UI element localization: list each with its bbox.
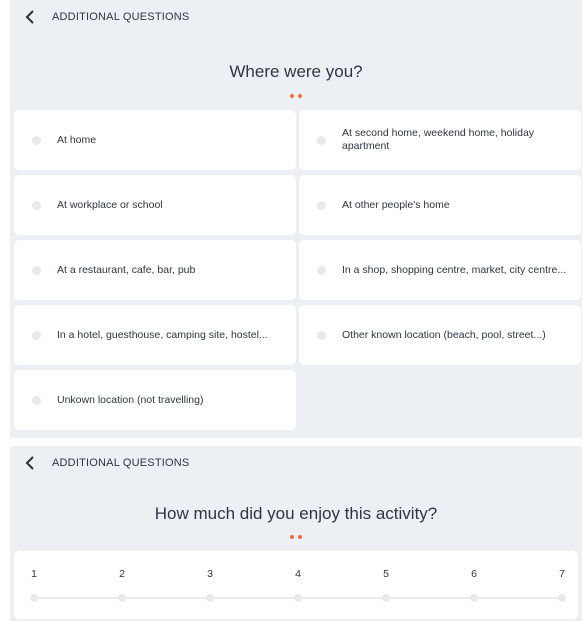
radio-icon	[32, 200, 41, 210]
radio-icon	[32, 265, 41, 275]
page-dot	[290, 535, 294, 539]
scale-option-2[interactable]	[118, 594, 126, 602]
scale-option-6[interactable]	[470, 594, 478, 602]
options-grid: At home At second home, weekend home, ho…	[14, 110, 581, 430]
scale-label-3: 3	[207, 568, 213, 580]
page-indicator	[290, 535, 302, 539]
scale-label-2: 2	[119, 568, 125, 580]
scale-option-4[interactable]	[294, 594, 302, 602]
top-bar: ADDITIONAL QUESTIONS	[10, 446, 582, 480]
option-second-home[interactable]: At second home, weekend home, holiday ap…	[299, 110, 581, 170]
option-restaurant[interactable]: At a restaurant, cafe, bar, pub	[14, 240, 296, 300]
scale-option-7[interactable]	[558, 594, 566, 602]
option-label: In a shop, shopping centre, market, city…	[342, 263, 567, 276]
scale-option-1[interactable]	[30, 594, 38, 602]
scale-label-5: 5	[383, 568, 389, 580]
radio-icon	[317, 135, 326, 145]
chevron-left-icon	[25, 456, 34, 470]
option-label: At a restaurant, cafe, bar, pub	[57, 263, 196, 276]
option-label: At workplace or school	[57, 198, 163, 211]
rating-scale: 1 2 3 4 5 6 7	[14, 551, 578, 619]
header-title: ADDITIONAL QUESTIONS	[52, 11, 190, 23]
option-workplace-school[interactable]: At workplace or school	[14, 175, 296, 235]
top-bar: ADDITIONAL QUESTIONS	[10, 0, 582, 34]
page-dot	[298, 94, 302, 98]
chevron-left-icon	[25, 10, 34, 24]
option-hotel[interactable]: In a hotel, guesthouse, camping site, ho…	[14, 305, 296, 365]
back-button[interactable]	[16, 3, 44, 31]
option-label: In a hotel, guesthouse, camping site, ho…	[57, 328, 268, 341]
question-title: Where were you?	[229, 62, 363, 81]
scale-label-1: 1	[31, 568, 37, 580]
radio-icon	[32, 395, 41, 405]
enjoyment-screen: ADDITIONAL QUESTIONS How much did you en…	[10, 446, 582, 621]
page-indicator	[290, 94, 302, 98]
scale-label-7: 7	[559, 568, 565, 580]
scale-option-3[interactable]	[206, 594, 214, 602]
option-label: At home	[57, 133, 97, 146]
option-at-home[interactable]: At home	[14, 110, 296, 170]
option-other-known-location[interactable]: Other known location (beach, pool, stree…	[299, 305, 581, 365]
question-title: How much did you enjoy this activity?	[154, 504, 438, 523]
option-label: Other known location (beach, pool, stree…	[342, 328, 546, 341]
option-label: Unkown location (not travelling)	[57, 393, 204, 406]
radio-icon	[317, 200, 326, 210]
option-unknown-location[interactable]: Unkown location (not travelling)	[14, 370, 296, 430]
option-shop[interactable]: In a shop, shopping centre, market, city…	[299, 240, 581, 300]
where-were-you-screen: ADDITIONAL QUESTIONS Where were you? At …	[10, 0, 582, 438]
radio-icon	[317, 265, 326, 275]
back-button[interactable]	[16, 449, 44, 477]
scale-label-4: 4	[295, 568, 301, 580]
page-dot	[298, 535, 302, 539]
header-title: ADDITIONAL QUESTIONS	[52, 457, 190, 469]
radio-icon	[32, 135, 41, 145]
radio-icon	[32, 330, 41, 340]
page-dot	[290, 94, 294, 98]
scale-option-5[interactable]	[382, 594, 390, 602]
option-label: At other people's home	[342, 198, 450, 211]
radio-icon	[317, 330, 326, 340]
option-other-peoples-home[interactable]: At other people's home	[299, 175, 581, 235]
scale-label-6: 6	[471, 568, 477, 580]
option-label: At second home, weekend home, holiday ap…	[342, 127, 535, 152]
